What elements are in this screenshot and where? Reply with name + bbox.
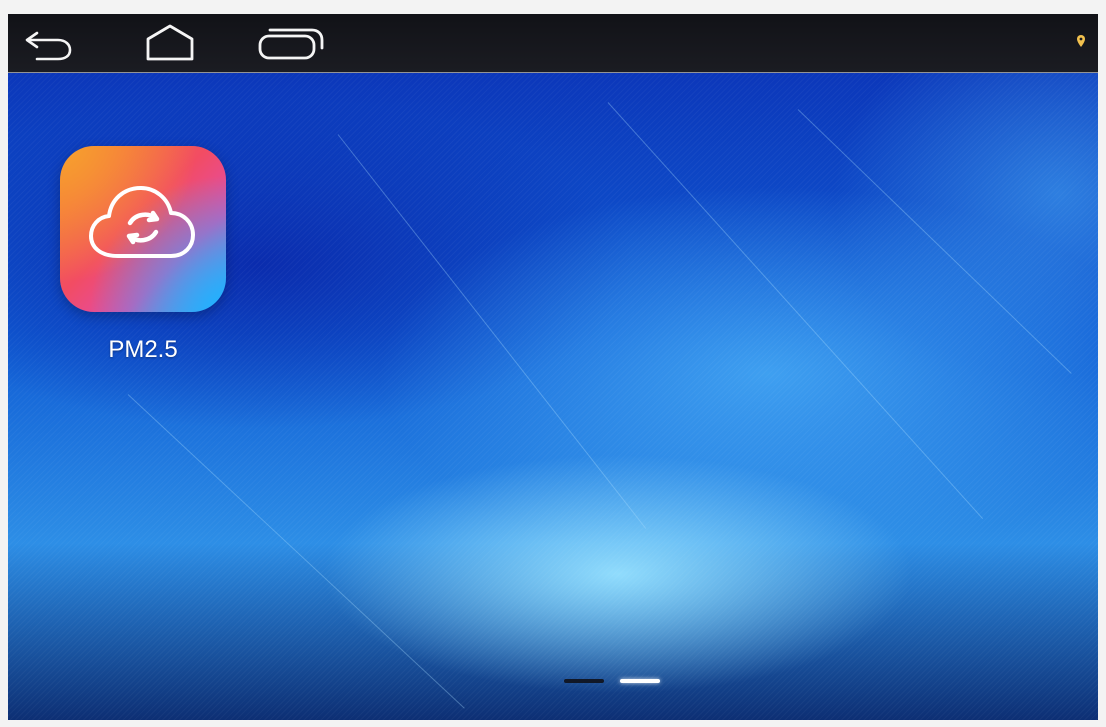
back-button[interactable] — [20, 22, 78, 64]
system-navigation-bar — [8, 14, 1098, 73]
page-indicator-inactive[interactable] — [564, 679, 604, 683]
pm25-app-icon[interactable] — [60, 146, 226, 312]
recent-apps-icon — [258, 28, 324, 60]
wallpaper-streak — [797, 109, 1072, 374]
app-label-pm25: PM2.5 — [108, 336, 178, 363]
device-frame: PM2.5 — [0, 0, 1106, 727]
app-shortcut-pm25[interactable]: PM2.5 — [58, 146, 228, 371]
location-pin-icon — [1077, 35, 1085, 47]
back-arrow-icon — [25, 31, 72, 61]
home-button[interactable] — [138, 22, 202, 64]
wallpaper-streak — [337, 134, 647, 529]
wallpaper-streak — [127, 394, 465, 709]
page-indicator — [564, 675, 668, 687]
page-indicator-active[interactable] — [620, 679, 660, 683]
home-icon — [146, 24, 194, 61]
recent-apps-button[interactable] — [252, 22, 330, 64]
cloud-sync-icon — [89, 186, 195, 258]
home-screen: PM2.5 — [8, 14, 1098, 720]
wallpaper-streak — [607, 102, 984, 519]
